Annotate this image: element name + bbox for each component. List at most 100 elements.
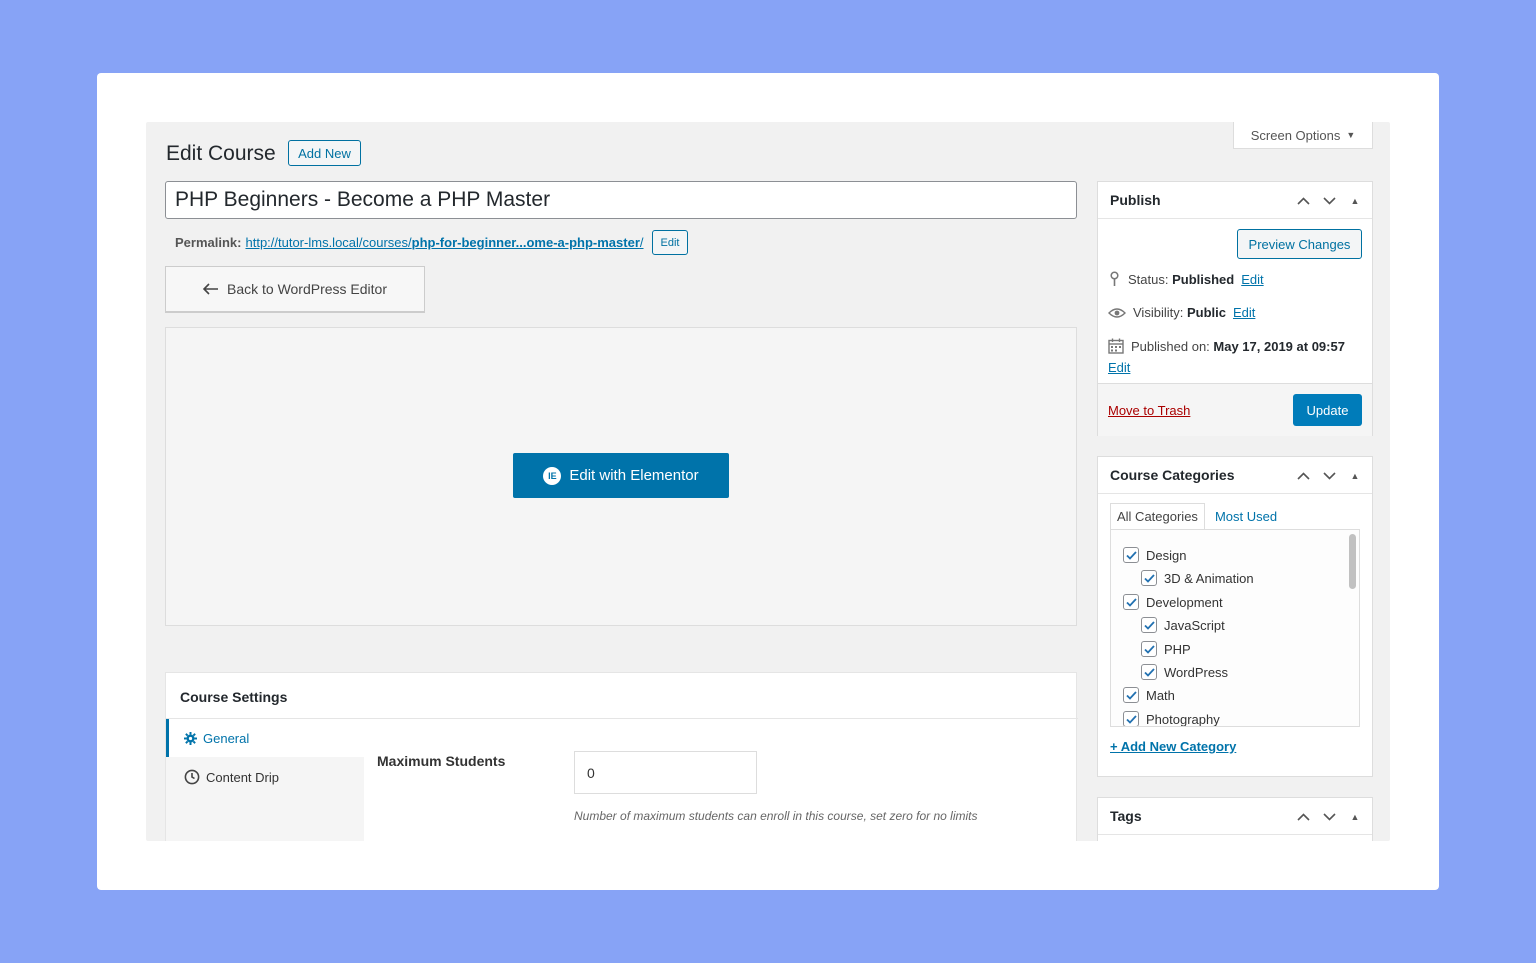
status-edit-link[interactable]: Edit bbox=[1241, 272, 1263, 287]
check-icon bbox=[1125, 714, 1137, 724]
publish-title: Publish bbox=[1110, 192, 1161, 208]
visibility-edit-link[interactable]: Edit bbox=[1233, 305, 1255, 320]
maximum-students-label: Maximum Students bbox=[377, 753, 506, 769]
course-settings-box: Course Settings General Content Drip Max… bbox=[165, 672, 1078, 841]
elementor-button-label: Edit with Elementor bbox=[569, 467, 699, 484]
chevron-up-icon[interactable] bbox=[1296, 810, 1310, 824]
checkbox-checked[interactable] bbox=[1141, 570, 1157, 586]
category-label: Photography bbox=[1146, 711, 1220, 727]
check-icon bbox=[1143, 644, 1155, 654]
check-icon bbox=[1125, 690, 1137, 700]
checkbox-checked[interactable] bbox=[1141, 664, 1157, 680]
tab-general[interactable]: General bbox=[166, 719, 364, 757]
tags-box: Tags ▲ bbox=[1097, 797, 1373, 841]
category-label: WordPress bbox=[1164, 664, 1229, 680]
category-item[interactable]: PHP bbox=[1141, 641, 1191, 657]
publish-actions: Move to Trash Update bbox=[1098, 383, 1372, 436]
checkbox-checked[interactable] bbox=[1141, 641, 1157, 657]
post-title-input[interactable]: PHP Beginners - Become a PHP Master bbox=[165, 181, 1077, 219]
tab-content-drip[interactable]: Content Drip bbox=[166, 758, 364, 796]
check-icon bbox=[1125, 550, 1137, 560]
category-label: JavaScript bbox=[1164, 617, 1225, 633]
pin-icon bbox=[1110, 271, 1119, 286]
permalink-row: Permalink: http://tutor-lms.local/course… bbox=[175, 230, 689, 255]
category-item[interactable]: Photography bbox=[1123, 711, 1220, 727]
chevron-down-icon[interactable] bbox=[1322, 810, 1336, 824]
publish-header: Publish ▲ bbox=[1098, 182, 1372, 219]
visibility-value: Public bbox=[1186, 305, 1226, 320]
collapse-triangle-icon[interactable]: ▲ bbox=[1348, 469, 1362, 483]
collapse-triangle-icon[interactable]: ▲ bbox=[1348, 810, 1362, 824]
back-button-label: Back to WordPress Editor bbox=[226, 281, 388, 297]
categories-title: Course Categories bbox=[1110, 467, 1235, 483]
wp-admin-screen: Screen Options ▼ Edit Course Add New PHP… bbox=[146, 122, 1390, 841]
category-item[interactable]: JavaScript bbox=[1141, 617, 1225, 633]
elementor-logo-icon: IE bbox=[543, 466, 562, 485]
back-to-wordpress-editor-button[interactable]: Back to WordPress Editor bbox=[165, 266, 425, 312]
category-item[interactable]: WordPress bbox=[1141, 664, 1228, 680]
course-settings-title: Course Settings bbox=[180, 689, 288, 705]
gear-icon bbox=[184, 731, 197, 745]
category-label: Math bbox=[1146, 687, 1175, 703]
category-label: 3D & Animation bbox=[1164, 570, 1254, 586]
caret-down-icon: ▼ bbox=[1346, 130, 1356, 140]
checkbox-checked[interactable] bbox=[1123, 547, 1139, 563]
add-new-category-link[interactable]: + Add New Category bbox=[1110, 739, 1236, 754]
eye-icon bbox=[1108, 307, 1126, 318]
status-row: Status: Published Edit bbox=[1108, 271, 1264, 287]
status-value: Published bbox=[1172, 271, 1235, 287]
screen-options-button[interactable]: Screen Options ▼ bbox=[1233, 122, 1373, 149]
arrow-left-icon bbox=[202, 283, 218, 295]
category-checklist[interactable]: Design 3D & Animation Development JavaSc… bbox=[1110, 529, 1360, 727]
category-tabs: All Categories Most Used bbox=[1110, 503, 1283, 530]
permalink-link[interactable]: http://tutor-lms.local/courses/php-for-b… bbox=[245, 235, 643, 250]
category-label: Design bbox=[1146, 547, 1187, 563]
edit-with-elementor-button[interactable]: IE Edit with Elementor bbox=[513, 453, 729, 498]
published-on-row: Published on: May 17, 2019 at 09:57 bbox=[1108, 338, 1345, 354]
published-on-label: Published on: bbox=[1131, 338, 1210, 354]
course-settings-tabs: General Content Drip bbox=[166, 719, 364, 841]
collapse-triangle-icon[interactable]: ▲ bbox=[1348, 194, 1362, 208]
publish-box: Publish ▲ Preview Changes Status: Publis… bbox=[1097, 181, 1373, 436]
chevron-down-icon[interactable] bbox=[1322, 194, 1336, 208]
tags-header: Tags ▲ bbox=[1098, 798, 1372, 835]
category-label: PHP bbox=[1164, 641, 1191, 657]
category-item[interactable]: Design bbox=[1123, 547, 1186, 563]
move-to-trash-link[interactable]: Move to Trash bbox=[1108, 403, 1190, 418]
box-controls: ▲ bbox=[1296, 457, 1362, 494]
category-label: Development bbox=[1146, 594, 1223, 610]
chevron-down-icon[interactable] bbox=[1322, 469, 1336, 483]
tab-most-used[interactable]: Most Used bbox=[1205, 503, 1283, 530]
calendar-icon bbox=[1108, 338, 1124, 354]
permalink-label: Permalink: bbox=[175, 235, 242, 250]
course-categories-box: Course Categories ▲ All Categories Most … bbox=[1097, 456, 1373, 777]
permalink-edit-button[interactable]: Edit bbox=[651, 230, 689, 255]
status-label: Status: bbox=[1128, 271, 1169, 287]
check-icon bbox=[1125, 597, 1137, 607]
box-controls: ▲ bbox=[1296, 798, 1362, 835]
checkbox-checked[interactable] bbox=[1123, 687, 1139, 703]
category-item[interactable]: Development bbox=[1123, 594, 1223, 610]
tab-all-categories[interactable]: All Categories bbox=[1110, 503, 1205, 530]
update-button[interactable]: Update bbox=[1293, 394, 1362, 426]
add-new-button[interactable]: Add New bbox=[288, 140, 361, 166]
visibility-label: Visibility: bbox=[1133, 305, 1184, 320]
published-on-edit-link[interactable]: Edit bbox=[1108, 360, 1130, 375]
check-icon bbox=[1143, 620, 1155, 630]
checkbox-checked[interactable] bbox=[1123, 594, 1139, 610]
chevron-up-icon[interactable] bbox=[1296, 194, 1310, 208]
tab-general-label: General bbox=[203, 730, 250, 746]
maximum-students-input[interactable]: 0 bbox=[574, 751, 757, 794]
checkbox-checked[interactable] bbox=[1123, 711, 1139, 726]
check-icon bbox=[1143, 667, 1155, 677]
screen-options-label: Screen Options bbox=[1250, 127, 1341, 143]
page-title: Edit Course bbox=[166, 142, 276, 165]
category-item[interactable]: Math bbox=[1123, 687, 1175, 703]
checklist-scrollbar[interactable] bbox=[1349, 534, 1356, 589]
preview-changes-button[interactable]: Preview Changes bbox=[1237, 229, 1362, 259]
chevron-up-icon[interactable] bbox=[1296, 469, 1310, 483]
category-item[interactable]: 3D & Animation bbox=[1141, 570, 1254, 586]
checkbox-checked[interactable] bbox=[1141, 617, 1157, 633]
box-controls: ▲ bbox=[1296, 182, 1362, 219]
tab-content-drip-label: Content Drip bbox=[206, 769, 279, 785]
